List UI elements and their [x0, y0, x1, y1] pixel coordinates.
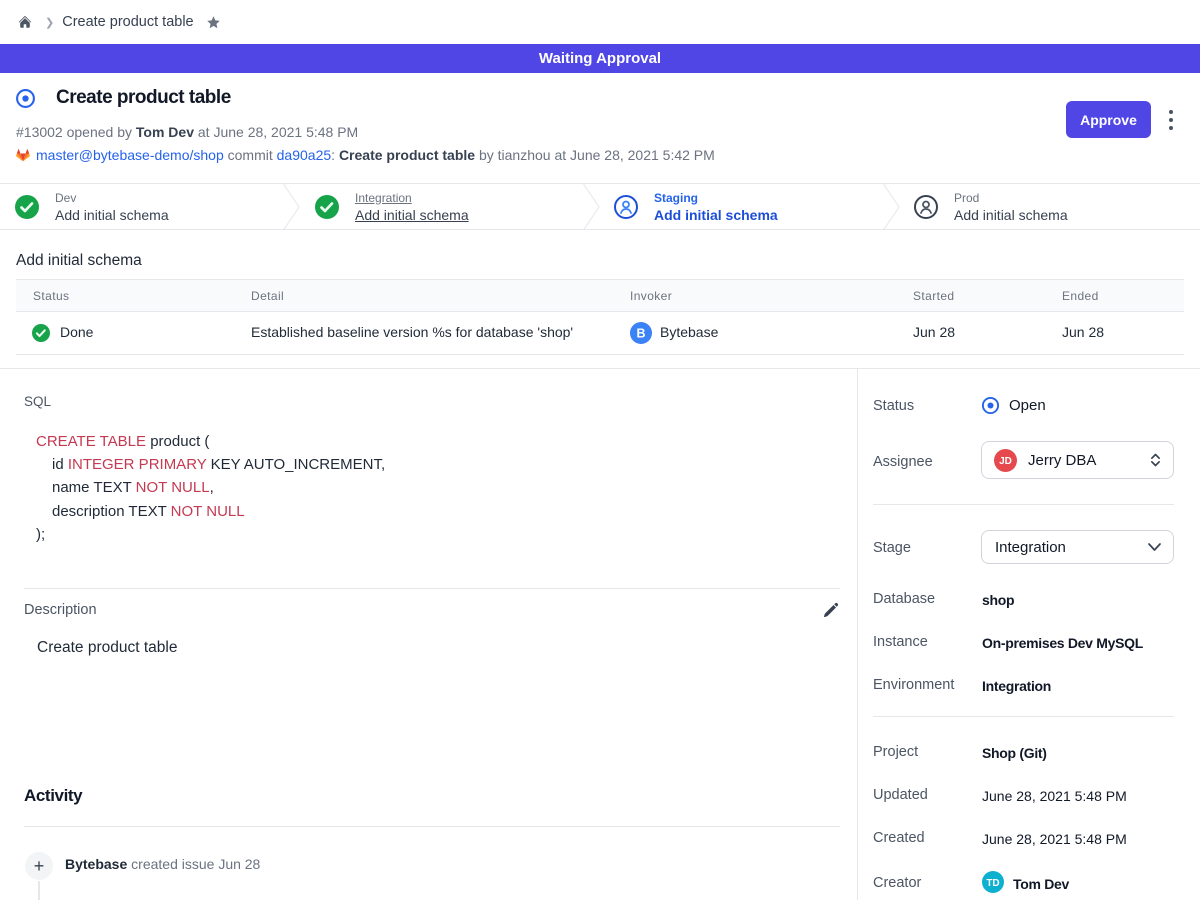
svg-text:TD: TD: [986, 878, 999, 889]
svg-text:B: B: [636, 327, 645, 341]
svg-text:JD: JD: [999, 456, 1012, 467]
